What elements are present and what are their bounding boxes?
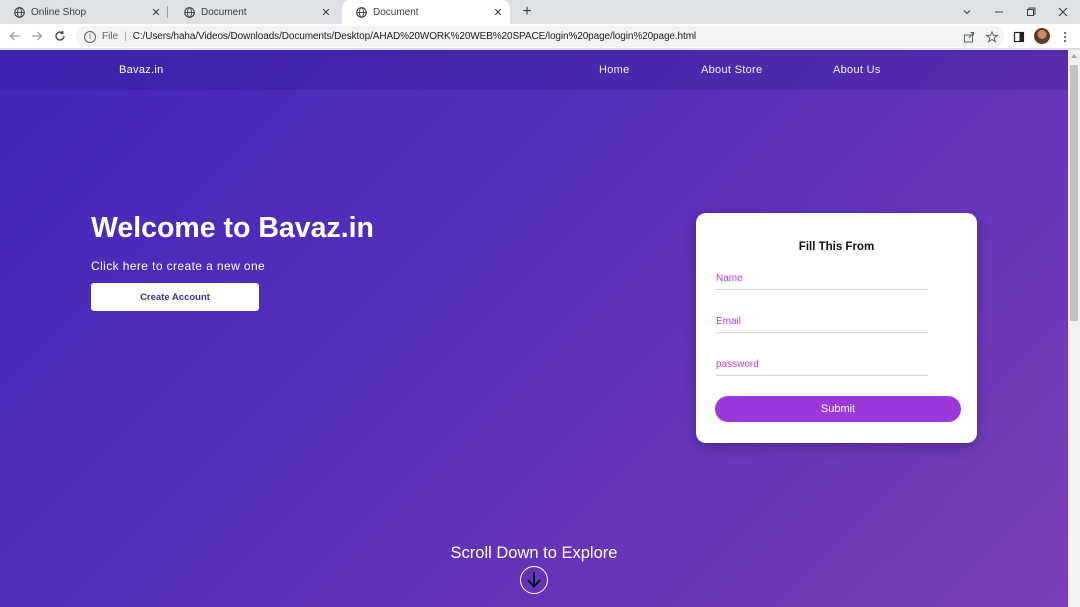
globe-icon [14, 6, 25, 18]
address-bar[interactable]: i File | C:/Users/haha/Videos/Downloads/… [76, 26, 1004, 47]
minimize-icon[interactable] [987, 0, 1011, 24]
submit-button[interactable]: Submit [715, 396, 961, 422]
nav-link-home[interactable]: Home [599, 64, 630, 76]
scroll-down-arrow-icon[interactable] [520, 566, 548, 594]
signup-form-card: Fill This From Submit [696, 213, 977, 443]
tab-search-chevron-icon[interactable] [955, 0, 979, 24]
site-brand[interactable]: Bavaz.in [119, 64, 164, 76]
url-text[interactable]: C:/Users/haha/Videos/Downloads/Documents… [133, 31, 696, 42]
page-viewport: Bavaz.in Home About Store About Us Welco… [0, 50, 1068, 607]
scroll-up-arrow-icon[interactable] [1071, 54, 1077, 58]
reload-icon[interactable] [52, 28, 68, 44]
profile-avatar[interactable] [1034, 28, 1050, 44]
create-account-button[interactable]: Create Account [91, 283, 259, 311]
scheme-label: File [102, 31, 119, 42]
vertical-scrollbar[interactable] [1068, 50, 1080, 607]
new-tab-plus-icon[interactable]: + [519, 3, 535, 20]
globe-icon [356, 6, 367, 18]
side-panel-icon[interactable] [1012, 30, 1025, 43]
password-field[interactable] [716, 354, 928, 376]
bookmark-star-icon[interactable] [985, 30, 998, 43]
tab-online-shop[interactable]: Online Shop ✕ [0, 0, 168, 24]
hero-title: Welcome to Bavaz.in [91, 212, 374, 244]
tab-title: Document [201, 6, 247, 18]
toolbar: i File | C:/Users/haha/Videos/Downloads/… [0, 24, 1080, 49]
close-icon[interactable]: ✕ [318, 6, 334, 19]
close-icon[interactable]: ✕ [148, 6, 164, 19]
nav-link-about-us[interactable]: About Us [833, 64, 881, 76]
restore-icon[interactable] [1019, 0, 1043, 24]
back-arrow-icon[interactable] [7, 28, 23, 44]
globe-icon [184, 6, 195, 18]
close-window-icon[interactable] [1051, 0, 1075, 24]
tab-title: Document [373, 6, 419, 18]
form-title: Fill This From [798, 241, 875, 253]
nav-link-about-store[interactable]: About Store [701, 64, 762, 76]
forward-arrow-icon[interactable] [29, 28, 45, 44]
hero-subtitle: Click here to create a new one [91, 259, 266, 273]
tab-document-1[interactable]: Document ✕ [170, 0, 338, 24]
close-icon[interactable]: ✕ [490, 6, 506, 19]
name-field[interactable] [716, 268, 928, 290]
email-field[interactable] [716, 311, 928, 333]
tab-strip: Online Shop ✕ Document ✕ Document ✕ + [0, 0, 1080, 24]
tab-title: Online Shop [31, 6, 87, 18]
scroll-hint-text: Scroll Down to Explore [450, 544, 618, 562]
tab-document-active[interactable]: Document ✕ [342, 0, 510, 24]
scrollbar-thumb[interactable] [1070, 65, 1078, 321]
more-menu-icon[interactable] [1058, 30, 1071, 43]
info-icon[interactable]: i [84, 30, 96, 43]
share-icon[interactable] [962, 30, 975, 43]
site-navbar: Bavaz.in Home About Store About Us [0, 50, 1068, 90]
